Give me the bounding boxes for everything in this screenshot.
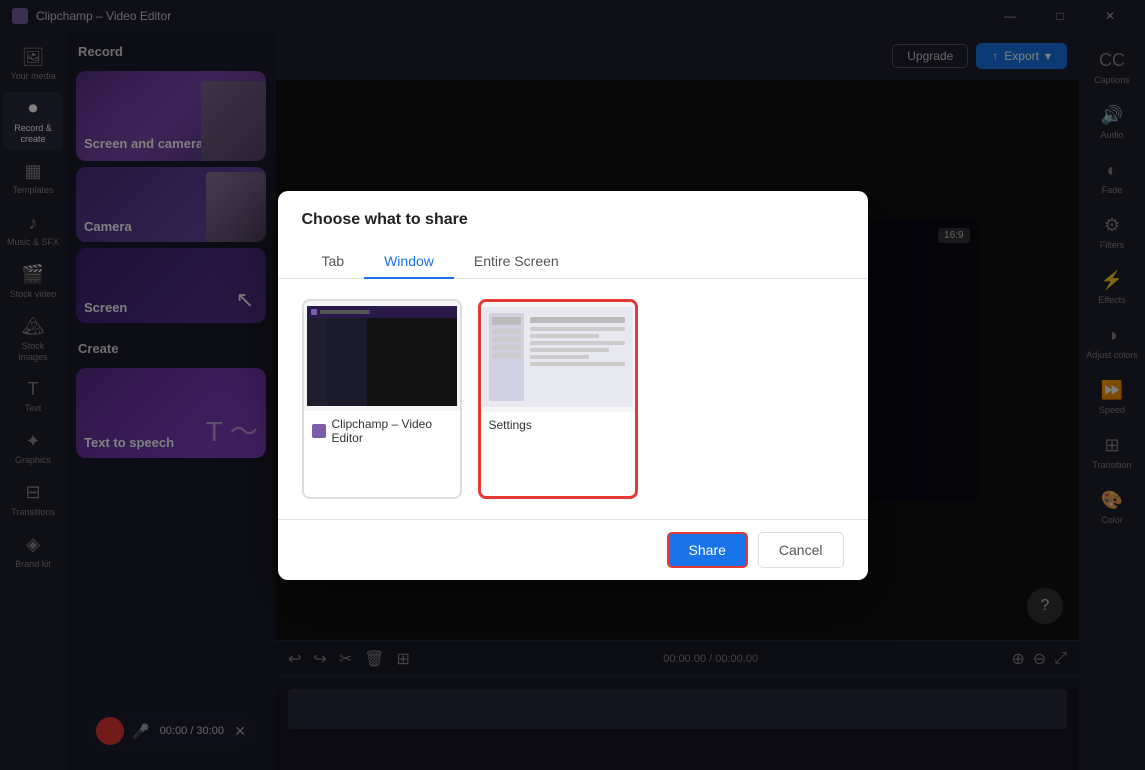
modal-overlay: Choose what to share Tab Window Entire S…: [0, 0, 1145, 770]
settings-thumb-inner: [483, 307, 633, 407]
modal-body: Clipchamp – Video Editor: [278, 279, 868, 519]
settings-window-option[interactable]: Settings: [478, 299, 638, 499]
clipchamp-thumb-inner: [307, 306, 457, 406]
modal-tabs: Tab Window Entire Screen: [278, 229, 868, 279]
settings-window-footer: Settings: [481, 412, 635, 438]
clipchamp-thumb: [304, 301, 460, 411]
clipchamp-window-option[interactable]: Clipchamp – Video Editor: [302, 299, 462, 499]
share-button[interactable]: Share: [667, 532, 748, 568]
share-modal: Choose what to share Tab Window Entire S…: [278, 191, 868, 580]
tab-entire-screen[interactable]: Entire Screen: [454, 245, 579, 279]
clipchamp-window-label: Clipchamp – Video Editor: [332, 417, 452, 445]
modal-title: Choose what to share: [278, 191, 868, 229]
settings-window-label: Settings: [489, 418, 532, 432]
modal-footer: Share Cancel: [278, 519, 868, 580]
tab-window[interactable]: Window: [364, 245, 454, 279]
clipchamp-window-icon: [312, 424, 326, 438]
clipchamp-window-footer: Clipchamp – Video Editor: [304, 411, 460, 451]
cancel-button[interactable]: Cancel: [758, 532, 844, 568]
tab-tab[interactable]: Tab: [302, 245, 365, 279]
settings-thumb: [481, 302, 635, 412]
